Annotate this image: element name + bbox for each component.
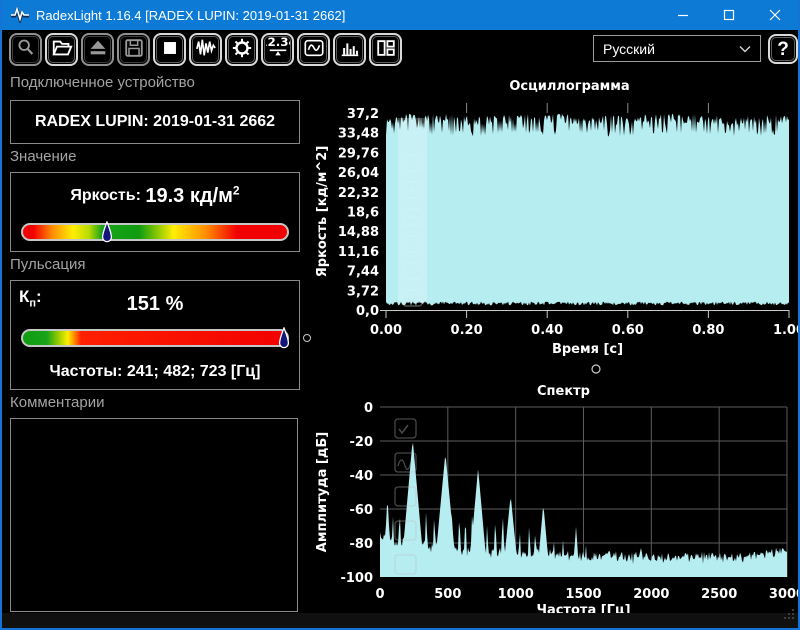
pulsation-value: 151 % (126, 293, 184, 315)
osc-y-tick-label: 26,04 (338, 166, 379, 181)
status-bar (2, 609, 798, 628)
osc-y-tick-label: 37,2 (347, 107, 379, 122)
osc-y-tick-label: 18,6 (347, 206, 379, 221)
osc-x-tick-label: 0.60 (612, 323, 644, 338)
language-value: Русский (603, 40, 655, 57)
eject-icon (87, 37, 109, 62)
close-button[interactable] (752, 0, 798, 30)
window-controls (660, 0, 798, 30)
eject-button[interactable] (81, 32, 114, 66)
comments-input[interactable] (10, 418, 298, 612)
curve-icon (303, 37, 325, 62)
osc-y-axis-label: Яркость [кд/м^2] (315, 146, 330, 278)
brightness-unit-exp: 2 (232, 183, 240, 197)
open-folder-icon (51, 37, 73, 62)
stop-square-icon (159, 37, 181, 62)
maximize-button[interactable] (706, 0, 752, 30)
gear-icon (231, 37, 253, 62)
spec-x-tick-label: 500 (434, 587, 461, 602)
brightness-reading: Яркость: 19.3 кд/м2 (11, 183, 299, 209)
osc-x-tick-label: 0.00 (370, 323, 402, 338)
window-title: RadexLight 1.16.4 [RADEX LUPIN: 2019-01-… (36, 7, 346, 23)
floppy-save-icon (123, 37, 145, 62)
resize-grip[interactable] (783, 608, 796, 626)
osc-x-tick-label: 0.80 (692, 323, 724, 338)
magnifier-icon (15, 37, 37, 62)
chart-splitter-handle[interactable] (591, 364, 601, 374)
osc-y-tick-label: 0,0 (356, 304, 379, 319)
osc-x-tick-label: 0.40 (531, 323, 563, 338)
spec-y-axis-label: Амплитуда [дБ] (315, 432, 330, 552)
spec-x-tick-label: 2000 (633, 587, 669, 602)
svg-text:12.34: 12.34 (266, 37, 290, 49)
toolbar: 12.34 Русский ? (2, 30, 798, 68)
spec-x-tick-label: 1500 (565, 587, 601, 602)
value-box: Яркость: 19.3 кд/м2 (10, 172, 300, 252)
spec-x-tick-label: 1000 (498, 587, 534, 602)
meter-display-icon: 12.34 (259, 35, 296, 62)
oscillogram-chart: Осциллограмма 37,2 33,48 29,76 26,04 22,32 18,… (310, 70, 800, 378)
settings-button[interactable] (225, 32, 258, 66)
open-file-button[interactable] (45, 32, 78, 66)
oscillogram-plot-area[interactable] (386, 113, 789, 310)
layout-icon (375, 37, 397, 62)
titlebar: RadexLight 1.16.4 [RADEX LUPIN: 2019-01-… (2, 0, 798, 30)
stop-button[interactable] (153, 32, 186, 66)
osc-x-tick-label: 0.20 (451, 323, 483, 338)
pulsation-box: Кп: 151 % Частоты: 241; 482; 723 [Гц] (10, 280, 300, 390)
osc-x-axis-label: Время [с] (552, 342, 623, 357)
value-marker (101, 220, 113, 244)
save-button[interactable] (117, 32, 150, 66)
layout-button[interactable] (369, 32, 402, 66)
minimize-button[interactable] (660, 0, 706, 30)
osc-y-tick-label: 29,76 (338, 146, 379, 161)
brightness-label: Яркость: (70, 187, 141, 204)
device-name-box: RADEX LUPIN: 2019-01-31 2662 (10, 100, 300, 144)
spec-y-tick-label: -80 (350, 537, 374, 552)
spec-x-tick-label: 2500 (701, 587, 737, 602)
osc-y-tick-label: 22,32 (338, 186, 379, 201)
spectrum-chart: Спектр 0 -20 -40 -60 -80 -100 Амплитуда [дБ] 0 50… (310, 380, 800, 618)
osc-y-tick-label: 3,72 (347, 284, 379, 299)
spec-y-tick-label: -60 (350, 503, 374, 518)
brightness-unit: кд/м (189, 184, 233, 207)
waveform-button[interactable] (189, 32, 222, 66)
app-logo-icon (10, 5, 30, 26)
spec-y-tick-label: -20 (350, 435, 374, 450)
spectrum-title: Спектр (537, 384, 590, 399)
osc-y-tick-label: 11,16 (338, 245, 379, 260)
chevron-down-icon (739, 45, 751, 53)
spectrum-plot-area[interactable] (380, 407, 787, 577)
osc-y-tick-label: 14,88 (338, 225, 379, 240)
oscillogram-view-button[interactable] (297, 32, 330, 66)
brightness-value: 19.3 (145, 184, 185, 207)
spec-y-tick-label: -40 (350, 469, 374, 484)
bar-chart-icon (339, 37, 361, 62)
pulsation-marker (278, 326, 290, 350)
help-button[interactable]: ? (768, 34, 798, 64)
pulsation-frequencies: Частоты: 241; 482; 723 [Гц] (49, 363, 261, 380)
spec-x-tick-label: 3000 (769, 587, 800, 602)
spec-x-tick-label: 0 (375, 587, 384, 602)
device-name: RADEX LUPIN: 2019-01-31 2662 (34, 113, 276, 130)
meter-view-button[interactable]: 12.34 (259, 32, 296, 66)
device-section-header: Подключенное устройство (10, 74, 195, 91)
waveform-icon (195, 37, 217, 62)
comments-section-header: Комментарии (10, 394, 105, 411)
brightness-scale-bar (21, 220, 289, 244)
app-window: RadexLight 1.16.4 [RADEX LUPIN: 2019-01-… (0, 0, 800, 630)
pulsation-scale-bar (21, 326, 290, 350)
spectrum-view-button[interactable] (333, 32, 366, 66)
spec-y-tick-label: -100 (340, 571, 373, 586)
language-select[interactable]: Русский (593, 35, 761, 62)
osc-y-tick-label: 7,44 (347, 265, 379, 280)
osc-y-tick-label: 33,48 (338, 127, 379, 142)
oscillogram-title: Осциллограмма (509, 79, 629, 94)
zoom-button[interactable] (9, 32, 42, 66)
spec-y-tick-label: 0 (364, 401, 373, 416)
osc-x-tick-label: 1.00 (773, 323, 800, 338)
value-section-header: Значение (10, 148, 77, 165)
pulsation-section-header: Пульсация (10, 256, 86, 273)
